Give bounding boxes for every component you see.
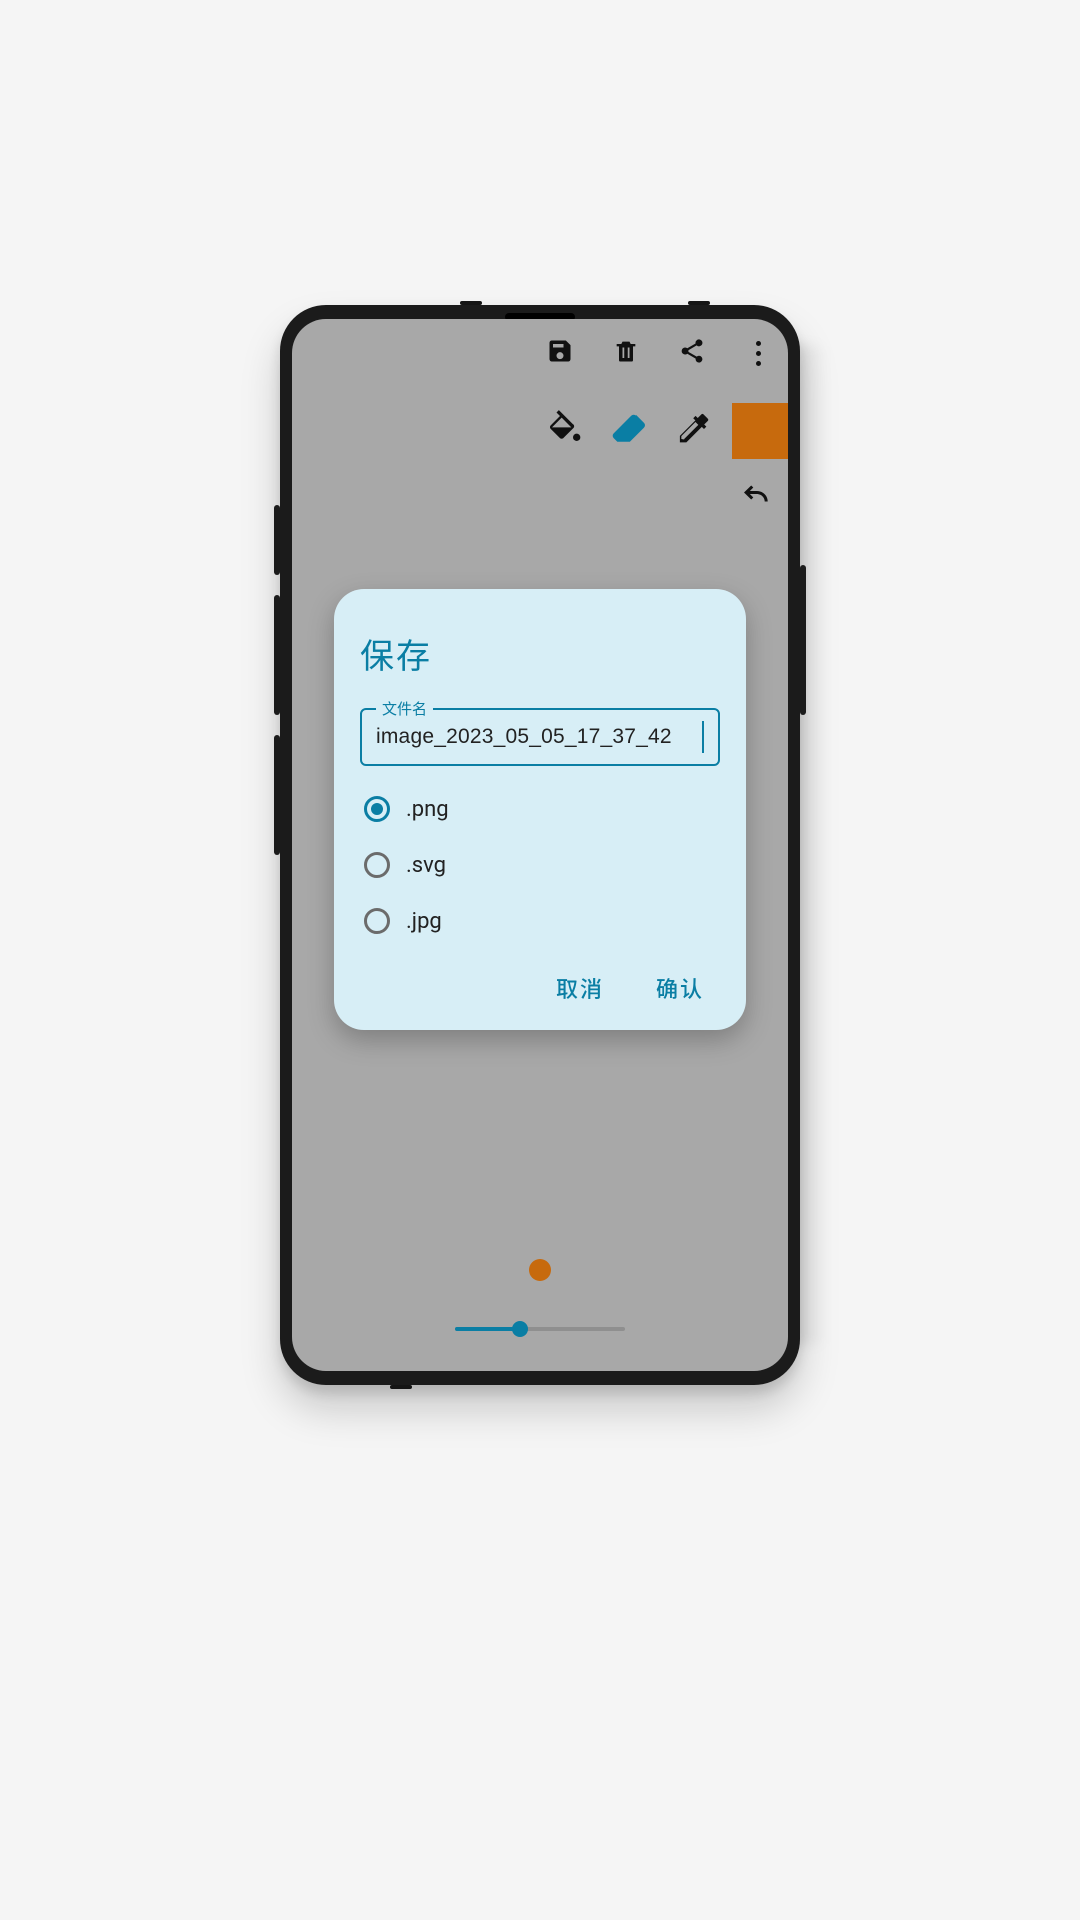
phone-side-button xyxy=(800,565,806,715)
filename-field[interactable]: 文件名 xyxy=(360,708,720,766)
save-dialog: 保存 文件名 .png .svg .jpg xyxy=(334,589,746,1030)
radio-icon xyxy=(364,852,390,878)
format-option-png[interactable]: .png xyxy=(364,796,720,822)
phone-sensor xyxy=(390,1385,412,1389)
phone-side-button xyxy=(274,505,280,575)
format-radio-group: .png .svg .jpg xyxy=(360,796,720,934)
confirm-button[interactable]: 确认 xyxy=(656,972,704,1004)
radio-icon xyxy=(364,796,390,822)
filename-field-label: 文件名 xyxy=(376,698,433,719)
text-caret xyxy=(702,721,704,753)
phone-side-button xyxy=(274,595,280,715)
phone-sensor xyxy=(688,301,710,305)
app-screen: 保存 文件名 .png .svg .jpg xyxy=(292,319,788,1371)
phone-side-button xyxy=(274,735,280,855)
radio-label: .svg xyxy=(406,853,446,878)
cancel-button[interactable]: 取消 xyxy=(556,972,604,1004)
dialog-actions: 取消 确认 xyxy=(360,972,720,1004)
radio-label: .jpg xyxy=(406,909,442,934)
filename-input[interactable] xyxy=(376,725,702,749)
radio-label: .png xyxy=(406,797,449,822)
format-option-svg[interactable]: .svg xyxy=(364,852,720,878)
dialog-title: 保存 xyxy=(360,629,720,678)
radio-icon xyxy=(364,908,390,934)
phone-sensor xyxy=(460,301,482,305)
format-option-jpg[interactable]: .jpg xyxy=(364,908,720,934)
phone-frame: 保存 文件名 .png .svg .jpg xyxy=(280,305,800,1385)
